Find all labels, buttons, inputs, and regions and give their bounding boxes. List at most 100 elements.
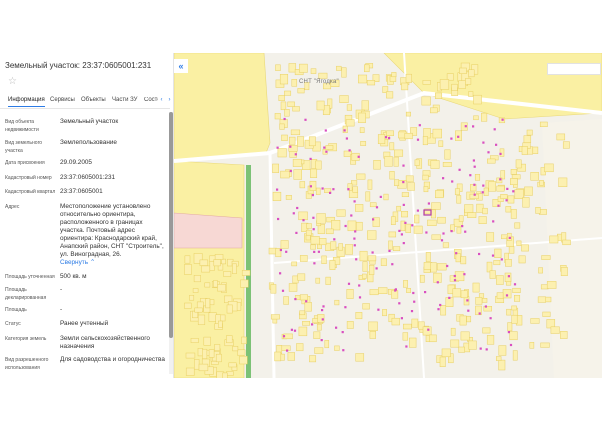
land-plot <box>402 332 409 341</box>
land-plot <box>201 265 211 273</box>
land-plot <box>514 189 524 199</box>
land-plot <box>356 173 366 180</box>
land-plot <box>455 253 461 263</box>
land-plot <box>359 127 365 133</box>
land-plot <box>529 342 535 349</box>
land-plot <box>419 274 425 283</box>
land-plot <box>500 194 508 199</box>
value-plot-kind: Землепользование <box>60 139 117 146</box>
land-plot <box>511 305 517 311</box>
land-plot <box>362 261 368 272</box>
collapse-panel-button[interactable]: « <box>174 59 188 73</box>
building-marker <box>489 317 492 320</box>
building-marker <box>418 124 421 127</box>
land-plot <box>339 95 349 103</box>
building-marker <box>457 135 460 138</box>
building-marker <box>341 331 344 334</box>
land-plot <box>316 100 325 111</box>
land-plot <box>433 272 442 283</box>
land-plot <box>366 80 376 86</box>
land-plot <box>272 163 279 173</box>
building-marker <box>329 191 332 194</box>
collapse-link[interactable]: Свернуть <box>60 259 88 266</box>
land-plot <box>185 352 196 359</box>
land-plot <box>338 243 343 251</box>
land-plot <box>560 331 568 339</box>
land-plot <box>488 181 496 192</box>
building-marker <box>282 335 286 338</box>
tab-status[interactable]: Состоя <box>144 97 158 103</box>
land-plot <box>518 255 526 264</box>
land-plot <box>430 209 436 219</box>
land-plot <box>430 160 440 169</box>
land-plot <box>422 174 429 181</box>
land-plot <box>458 346 465 353</box>
tabs-scroll-right-icon[interactable]: › <box>165 96 174 105</box>
building-marker <box>402 181 405 184</box>
land-plot <box>360 141 367 146</box>
building-marker <box>332 188 335 191</box>
building-marker <box>509 343 513 347</box>
land-plot <box>516 240 522 246</box>
building-marker <box>491 254 495 257</box>
settlement-label: СНТ "Ягодка" <box>299 79 339 85</box>
land-plot <box>487 158 496 164</box>
land-plot <box>318 72 328 79</box>
land-plot <box>367 255 377 262</box>
land-plot <box>184 264 192 275</box>
land-plot <box>380 258 387 266</box>
land-plot <box>287 101 295 107</box>
cadastral-map[interactable]: СНТ "Ягодка" « <box>174 53 602 378</box>
land-plot <box>241 336 247 345</box>
land-plot <box>542 311 551 317</box>
land-plot <box>452 288 462 298</box>
building-marker <box>416 209 419 212</box>
building-marker <box>353 244 356 247</box>
building-marker <box>313 262 316 265</box>
building-marker <box>499 152 502 155</box>
panel-scrollbar-thumb[interactable] <box>169 112 173 338</box>
building-marker <box>413 300 416 303</box>
building-marker <box>469 174 472 177</box>
tab-objects[interactable]: Объекты <box>81 97 106 103</box>
land-plot <box>361 100 369 111</box>
building-marker <box>354 230 357 233</box>
land-plot <box>209 299 215 306</box>
label-assign-date: Дата присвоения <box>5 160 45 166</box>
tab-services[interactable]: Сервисы <box>50 97 75 103</box>
map-overlay-box[interactable] <box>547 63 601 75</box>
building-marker <box>402 203 405 206</box>
tab-parts[interactable]: Части ЗУ <box>112 97 137 103</box>
building-marker <box>492 220 495 223</box>
land-plot <box>352 186 358 193</box>
tab-info[interactable]: Информация <box>8 97 45 107</box>
building-marker <box>343 129 346 132</box>
land-plot <box>473 115 479 121</box>
land-plot <box>496 292 504 299</box>
land-plot <box>277 148 287 158</box>
land-plot <box>435 190 444 199</box>
building-marker <box>394 289 397 292</box>
land-plot <box>316 213 326 224</box>
land-plot <box>482 207 488 215</box>
building-marker <box>277 217 280 221</box>
land-plot <box>358 112 366 123</box>
land-plot <box>218 320 223 328</box>
land-plot <box>411 318 419 328</box>
land-plot <box>414 214 420 224</box>
building-marker <box>375 267 378 270</box>
map-canvas[interactable] <box>174 53 602 378</box>
land-plot <box>291 261 298 267</box>
building-marker <box>371 251 374 254</box>
star-icon[interactable]: ☆ <box>8 77 17 87</box>
address-collapse-toggle[interactable]: Свернуть ⌃ <box>60 259 168 267</box>
building-marker <box>311 323 314 326</box>
panel-scrollbar[interactable] <box>169 112 173 374</box>
chevron-up-icon[interactable]: ⌃ <box>90 259 95 266</box>
building-marker <box>335 326 338 329</box>
land-plot <box>194 359 200 370</box>
land-plot <box>237 349 246 356</box>
building-marker <box>506 187 509 190</box>
land-plot <box>507 195 515 204</box>
land-plot <box>384 156 393 167</box>
